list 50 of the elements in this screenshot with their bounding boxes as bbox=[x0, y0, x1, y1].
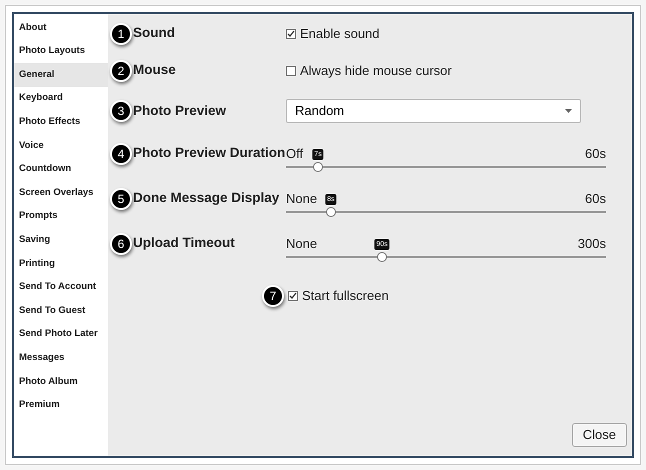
checkbox[interactable] bbox=[286, 66, 296, 76]
setting-label: Photo Preview Duration bbox=[132, 144, 286, 162]
slider-min-label: None bbox=[286, 190, 318, 208]
checkbox-label: Always hide mouse cursor bbox=[300, 62, 452, 80]
slider-max-label: 300s bbox=[578, 234, 606, 252]
sidebar-item[interactable]: Send To Guest bbox=[14, 299, 108, 323]
sidebar-item[interactable]: Saving bbox=[14, 228, 108, 252]
slider-thumb[interactable] bbox=[313, 162, 323, 172]
sidebar-item[interactable]: Send Photo Later bbox=[14, 322, 108, 346]
checkmark-icon bbox=[287, 30, 295, 38]
checkbox[interactable] bbox=[288, 291, 298, 301]
sidebar-item[interactable]: General bbox=[14, 63, 108, 87]
checkmark-icon bbox=[289, 292, 297, 300]
sidebar-item[interactable]: Premium bbox=[14, 394, 108, 418]
setting-label: Mouse bbox=[132, 61, 177, 80]
sidebar-item[interactable]: Photo Album bbox=[14, 370, 108, 394]
step-number-marker: 2 bbox=[110, 60, 132, 82]
sidebar-item[interactable]: Countdown bbox=[14, 158, 108, 182]
slider-thumb[interactable] bbox=[326, 207, 336, 217]
caret-icon bbox=[565, 109, 572, 113]
setting-label: Photo Preview bbox=[132, 102, 228, 120]
sidebar-item[interactable]: Prompts bbox=[14, 204, 108, 228]
step-number-marker: 7 bbox=[262, 285, 284, 307]
step-number-marker: 4 bbox=[110, 143, 132, 165]
sidebar-item[interactable]: Messages bbox=[14, 346, 108, 370]
sidebar-item[interactable]: Printing bbox=[14, 252, 108, 276]
slider-min-label: None bbox=[286, 234, 318, 252]
slider-thumb[interactable] bbox=[377, 252, 387, 262]
slider-min-label: Off bbox=[286, 144, 304, 162]
step-number-marker: 6 bbox=[110, 233, 132, 255]
checkbox-label: Enable sound bbox=[300, 24, 380, 43]
setting-label: Sound bbox=[132, 24, 176, 42]
step-number-marker: 3 bbox=[110, 100, 132, 122]
checkbox-label: Start fullscreen bbox=[302, 287, 389, 306]
step-number-marker: 1 bbox=[110, 22, 132, 44]
sidebar-item[interactable]: Send To Account bbox=[14, 276, 108, 300]
sidebar-item[interactable]: Photo Layouts bbox=[14, 40, 108, 64]
sidebar-item[interactable]: Screen Overlays bbox=[14, 181, 108, 205]
setting-label: Upload Timeout bbox=[132, 234, 236, 252]
sidebar-item[interactable]: About bbox=[14, 16, 108, 40]
slider-max-label: 60s bbox=[585, 144, 606, 162]
sidebar-item[interactable]: Keyboard bbox=[14, 86, 108, 110]
sidebar-item[interactable]: Photo Effects bbox=[14, 110, 108, 134]
setting-label: Done Message Display bbox=[132, 189, 280, 207]
close-button[interactable]: Close bbox=[572, 423, 627, 447]
sidebar-item[interactable]: Voice bbox=[14, 134, 108, 158]
step-number-marker: 5 bbox=[110, 188, 132, 210]
dropdown[interactable]: Random bbox=[286, 99, 581, 123]
slider-max-label: 60s bbox=[585, 190, 606, 208]
checkbox[interactable] bbox=[286, 28, 296, 38]
